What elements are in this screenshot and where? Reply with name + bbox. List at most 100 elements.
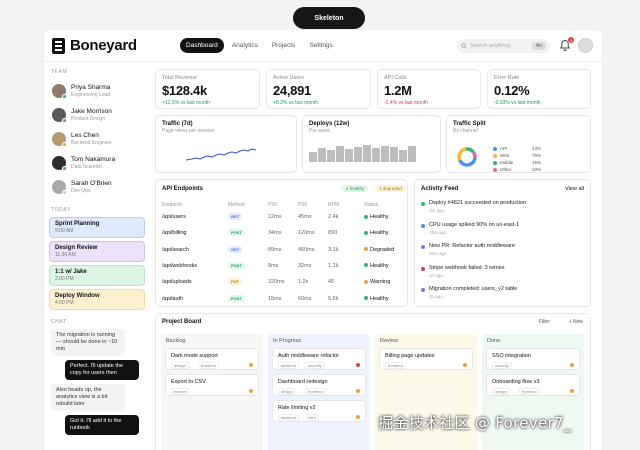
activity-item[interactable]: Migration completed: users_v2 table 2h ag…: [421, 285, 584, 306]
event-title: 1:1 w/ Jake: [55, 269, 87, 275]
filter-button[interactable]: Filter: [539, 319, 550, 325]
member-name: Tom Nakamura: [71, 156, 116, 163]
kpi-label: Total Revenue: [162, 75, 198, 81]
status-dot: [364, 296, 368, 301]
skeleton-pill[interactable]: Skeleton: [293, 7, 365, 29]
nav-settings[interactable]: Settings: [303, 38, 339, 53]
priority-dot: [463, 363, 467, 367]
table-row[interactable]: /api/auth POST 15ms 60ms 5.6k Healthy: [156, 293, 407, 308]
member-text: Priya Sharma Engineering Lead: [71, 84, 110, 98]
activity-item[interactable]: Stripe webhook failed: 3 retries 1h ago: [421, 264, 584, 285]
table-row[interactable]: /api/webhooks POST 8ms 32ms 1.2k Healthy: [156, 260, 407, 275]
task-card[interactable]: Onboarding flow v3 design frontend: [486, 374, 580, 396]
traffic-split-card: Traffic Split By channel API 43% Web 76% Mob…: [446, 115, 591, 173]
view-all-link[interactable]: View all: [565, 186, 584, 192]
priority-dot: [570, 363, 574, 367]
task-card[interactable]: Dashboard redesign design frontend: [272, 374, 366, 396]
team-member[interactable]: Jake Morrison Product Design: [49, 103, 145, 127]
method-badge: PUT: [228, 278, 242, 286]
api-endpoints-card: API Endpoints 4 healthy 1 degraded Endpo…: [155, 179, 408, 307]
calendar-event[interactable]: Deploy Window 4:00 PM: [49, 289, 145, 310]
deploy-bar: [372, 148, 380, 162]
status-text: Healthy: [370, 214, 389, 220]
activity-title: Activity Feed: [421, 186, 459, 192]
task-card[interactable]: Auth middleware refactor backend security: [272, 348, 366, 370]
search-shortcut: ⌘K: [532, 42, 546, 50]
table-cell: Healthy: [364, 230, 389, 236]
legend-label: Other: [500, 167, 512, 172]
table-cell: Healthy: [364, 214, 389, 220]
table-cell: 3.1k: [328, 246, 339, 253]
calendar-event[interactable]: Design Review 11:30 AM: [49, 241, 145, 262]
activity-time: 2m ago: [429, 208, 445, 213]
task-tag: infra: [305, 414, 319, 421]
table-row[interactable]: /api/search GET 89ms 450ms 3.1k Degraded: [156, 244, 407, 259]
presence-dot: [62, 142, 67, 147]
activity-item[interactable]: New PR: Refactor auth middleware 32m ago: [421, 242, 584, 263]
team-member[interactable]: Priya Sharma Engineering Lead: [49, 79, 145, 103]
nav-analytics[interactable]: Analytics: [226, 38, 264, 53]
table-row[interactable]: /api/billing POST 34ms 120ms 890 Healthy: [156, 227, 407, 242]
task-card[interactable]: Dark mode support design frontend: [165, 348, 259, 370]
status-text: Healthy: [370, 262, 389, 269]
table-cell: 15ms: [268, 295, 282, 302]
activity-dot: [421, 223, 425, 228]
table-cell: 1.2s: [298, 279, 309, 286]
nav-projects[interactable]: Projects: [266, 38, 301, 53]
logo[interactable]: Boneyard: [52, 37, 180, 54]
member-text: Les Chen Backend Engineer: [71, 132, 112, 146]
split-donut: [457, 147, 477, 167]
table-row[interactable]: /api/users GET 12ms 45ms 2.4k Healthy: [156, 211, 407, 226]
table-cell: 120ms: [298, 230, 315, 237]
member-role: Engineering Lead: [71, 92, 111, 98]
deploy-bar: [381, 146, 389, 162]
event-time: 4:00 PM: [55, 300, 74, 306]
legend-swatch: [493, 153, 497, 158]
logo-text: Boneyard: [70, 37, 137, 54]
priority-dot: [356, 415, 360, 419]
legend-label: API: [500, 146, 508, 151]
task-card[interactable]: SSO integration security: [486, 348, 580, 370]
task-title: Rate limiting v2: [278, 405, 316, 411]
column-title: In Progress: [273, 338, 302, 344]
activity-item[interactable]: CPU usage spiked 90% on us-east-1 15m ago: [421, 221, 584, 242]
team-header: TEAM: [51, 69, 68, 75]
table-cell: 45: [328, 279, 335, 286]
user-avatar[interactable]: [578, 38, 593, 53]
calendar-event[interactable]: 1:1 w/ Jake 2:00 PM: [49, 265, 145, 286]
task-card[interactable]: Billing page updates frontend: [379, 348, 473, 370]
table-row[interactable]: /api/uploads PUT 320ms 1.2s 45 Warning: [156, 276, 407, 291]
legend-swatch: [493, 160, 497, 165]
priority-dot: [356, 363, 360, 367]
team-member[interactable]: Sarah O'Brien Dev Ops: [49, 175, 145, 199]
deploys-subtitle: Per week: [309, 128, 330, 134]
method-badge: POST: [228, 261, 245, 269]
table-cell: GET: [228, 245, 243, 253]
table-cell: 89ms: [268, 246, 282, 253]
task-tag: feature: [171, 388, 190, 395]
chat-message: Perfect. I'll update the copy for users …: [65, 360, 139, 380]
today-header: TODAY: [51, 207, 71, 213]
task-card[interactable]: Rate limiting v2 backend infra: [272, 400, 366, 422]
activity-item[interactable]: Deploy #4821 succeeded on production 2m a…: [421, 199, 584, 220]
team-member[interactable]: Les Chen Backend Engineer: [49, 127, 145, 151]
search-input[interactable]: Search anything... ⌘K: [457, 39, 550, 53]
search-icon: [461, 43, 467, 49]
table-cell: /api/uploads: [162, 279, 192, 286]
kpi-card: Error Rate 0.12% -0.03% vs last month: [487, 69, 591, 109]
task-card[interactable]: Export to CSV feature: [165, 374, 259, 396]
legend-value: 10%: [531, 167, 541, 172]
table-cell: 1.2k: [328, 262, 339, 269]
nav-dashboard[interactable]: Dashboard: [180, 38, 224, 53]
kpi-card: Active Users 24,891 +8.2% vs last month: [266, 69, 371, 109]
calendar-event[interactable]: Sprint Planning 9:00 AM: [49, 217, 145, 238]
new-task-button[interactable]: + New: [569, 319, 583, 325]
method-badge: POST: [228, 294, 245, 302]
team-member[interactable]: Tom Nakamura Data Scientist: [49, 151, 145, 175]
priority-dot: [249, 389, 253, 393]
member-avatar: [52, 156, 67, 171]
notification-badge: 3: [568, 37, 574, 43]
activity-text: New PR: Refactor auth middleware: [429, 243, 515, 249]
healthy-tag: 4 healthy: [342, 185, 369, 192]
kpi-delta: +8.2% vs last month: [273, 100, 319, 106]
